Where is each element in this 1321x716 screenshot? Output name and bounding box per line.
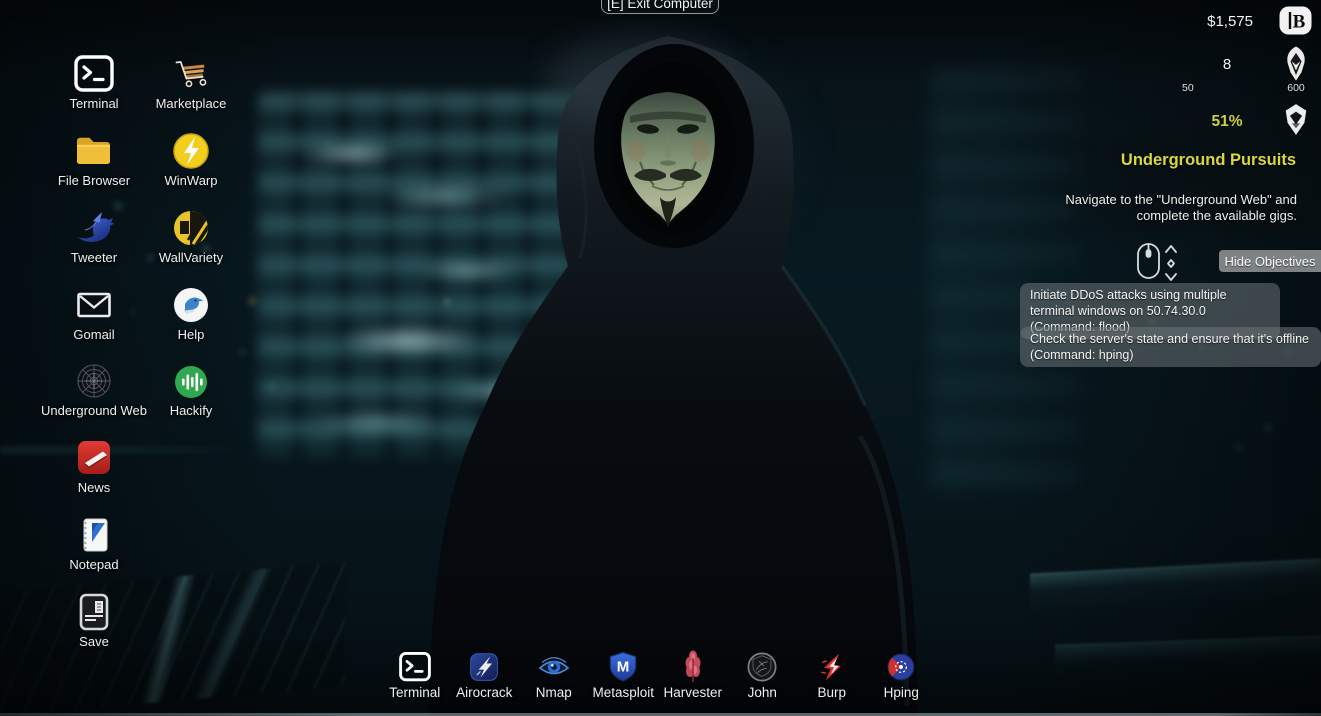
desktop-icon-label: Marketplace (156, 97, 227, 111)
eye-icon (536, 650, 572, 684)
taskbar-item-label: Nmap (536, 686, 572, 700)
taskbar-item-hping[interactable]: Hping (867, 650, 937, 700)
kingfisher-circle-icon (171, 285, 211, 325)
desktop-icon-save[interactable]: Save (46, 592, 142, 649)
exit-computer-button[interactable]: [E] Exit Computer (601, 0, 719, 14)
objectives-description: Navigate to the "Underground Web" and co… (1016, 192, 1297, 224)
desktop-icon-label: Notepad (69, 558, 118, 572)
taskbar-item-label: Burp (817, 686, 846, 700)
svg-text:B: B (1293, 12, 1306, 33)
shield-m-icon: M (607, 650, 639, 684)
taskbar-item-terminal[interactable]: Terminal (380, 650, 450, 700)
taskbar-item-nmap[interactable]: Nmap (519, 650, 589, 700)
objectives-title: Underground Pursuits (1016, 151, 1296, 170)
money-value: $1,575 (1100, 13, 1253, 30)
desktop-icon-label: WinWarp (165, 174, 218, 188)
desktop-icon-wallvariety[interactable]: WallVariety (143, 208, 239, 265)
taskbar-item-label: Harvester (663, 686, 722, 700)
desktop-icon-hackify[interactable]: Hackify (143, 361, 239, 418)
folder-icon (72, 131, 116, 171)
desktop-icon-label: Gomail (73, 328, 114, 342)
desktop-icon-gomail[interactable]: Gomail (46, 285, 142, 342)
desktop-icon-label: Hackify (170, 404, 213, 418)
taskbar-item-john[interactable]: John (728, 650, 798, 700)
desktop-icon-notepad[interactable]: Notepad (46, 515, 142, 572)
mask-rank-icon (1282, 102, 1310, 138)
desktop-icon-label: File Browser (58, 174, 130, 188)
desktop-icon-news[interactable]: News (46, 438, 142, 495)
xp-max-value: 600 (1279, 82, 1313, 94)
hooded-rank-icon (1284, 45, 1308, 83)
desktop-icon-help[interactable]: Help (143, 285, 239, 342)
equalizer-circle-icon (172, 361, 210, 401)
crest-bird-icon (746, 650, 778, 684)
hide-objectives-button[interactable]: Hide Objectives (1219, 250, 1321, 272)
news-stripe-icon (74, 438, 114, 478)
lightning-circle-icon (171, 131, 211, 171)
desktop-icon-label: Underground Web (41, 404, 147, 418)
airocrack-bolt-icon (468, 650, 500, 684)
heat-percent-value: 51% (1177, 113, 1277, 131)
desktop-icon-label: Help (178, 328, 205, 342)
red-feather-icon (680, 650, 706, 684)
desktop-icon-tweeter[interactable]: Tweeter (46, 208, 142, 265)
terminal-icon (72, 54, 116, 94)
desktop: [E] Exit Computer $1,575 B 8 50 600 51% … (0, 0, 1321, 716)
taskbar-item-label: Terminal (389, 686, 440, 700)
desktop-icon-label: WallVariety (159, 251, 223, 265)
save-disk-icon (74, 592, 114, 632)
currency-logo-icon: B (1279, 6, 1312, 35)
taskbar-item-label: Hping (884, 686, 919, 700)
desktop-icon-terminal[interactable]: Terminal (46, 54, 142, 111)
taskbar-item-label: Airocrack (456, 686, 512, 700)
objective-task: Check the server's state and ensure that… (1020, 327, 1321, 367)
level-value: 8 (1177, 56, 1277, 73)
striped-circle-icon (171, 208, 211, 248)
taskbar-item-label: Metasploit (592, 686, 654, 700)
taskbar-item-harvester[interactable]: Harvester (658, 650, 728, 700)
notepad-pen-icon (74, 515, 114, 555)
desktop-icon-file-browser[interactable]: File Browser (46, 131, 142, 188)
desktop-icon-label: News (78, 481, 111, 495)
envelope-icon (72, 285, 116, 325)
target-circle-icon (885, 650, 917, 684)
desktop-icon-winwarp[interactable]: WinWarp (143, 131, 239, 188)
taskbar-item-burp[interactable]: Burp (797, 650, 867, 700)
desktop-icon-underground-web[interactable]: Underground Web (46, 361, 142, 418)
hide-objectives-label: Hide Objectives (1224, 254, 1315, 269)
svg-text:M: M (617, 659, 630, 676)
xp-current-value: 50 (1182, 82, 1194, 94)
desktop-icon-label: Save (79, 635, 109, 649)
mouse-scroll-icon (1136, 241, 1178, 285)
taskbar-item-label: John (748, 686, 777, 700)
desktop-icon-marketplace[interactable]: Marketplace (143, 54, 239, 111)
red-flash-icon (816, 650, 848, 684)
exit-computer-label: [E] Exit Computer (607, 0, 713, 11)
dark-web-mandala-icon (74, 361, 114, 401)
blue-bird-icon (71, 208, 117, 248)
taskbar-item-metasploit[interactable]: M Metasploit (589, 650, 659, 700)
shopping-cart-icon (169, 54, 213, 94)
desktop-icon-label: Terminal (69, 97, 118, 111)
taskbar-item-airocrack[interactable]: Airocrack (450, 650, 520, 700)
desktop-icon-label: Tweeter (71, 251, 117, 265)
taskbar: Terminal Airocrack Nmap M Metasploit Har… (380, 650, 936, 700)
terminal-icon (397, 650, 433, 684)
